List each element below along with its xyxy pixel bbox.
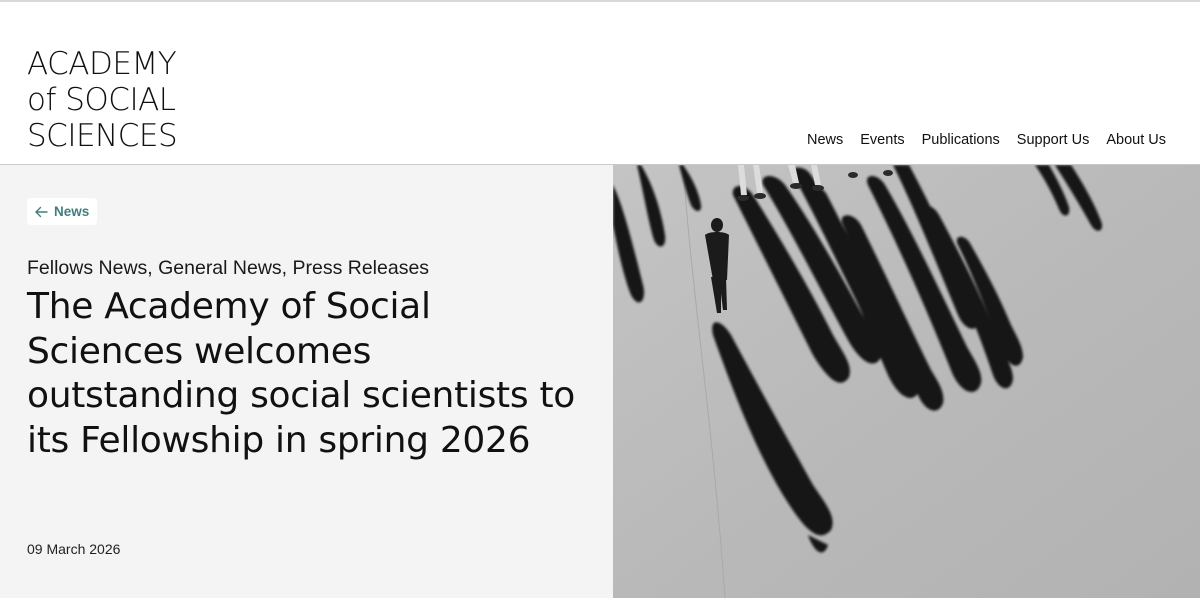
arrow-left-icon bbox=[35, 206, 48, 217]
article-date: 09 March 2026 bbox=[27, 541, 121, 557]
nav-item-events[interactable]: Events bbox=[860, 132, 904, 148]
main-nav: News Events Publications Support Us Abou… bbox=[807, 132, 1166, 148]
logo-line-2: of SOCIAL bbox=[27, 82, 176, 118]
article-header-panel: News Fellows News, General News, Press R… bbox=[0, 165, 613, 598]
article-categories[interactable]: Fellows News, General News, Press Releas… bbox=[27, 257, 429, 280]
logo-line-3: SCIENCES bbox=[27, 118, 178, 154]
hero-photo-shadows bbox=[613, 165, 1200, 598]
back-to-news-button[interactable]: News bbox=[27, 198, 98, 225]
article-title: The Academy of Social Sciences welcomes … bbox=[27, 286, 575, 461]
nav-item-news[interactable]: News bbox=[807, 132, 843, 148]
logo-line-1: ACADEMY bbox=[27, 46, 177, 82]
hero-image bbox=[613, 165, 1200, 598]
nav-item-support-us[interactable]: Support Us bbox=[1017, 132, 1090, 148]
nav-item-publications[interactable]: Publications bbox=[922, 132, 1000, 148]
nav-item-about-us[interactable]: About Us bbox=[1106, 132, 1166, 148]
site-logo[interactable]: ACADEMY of SOCIAL SCIENCES bbox=[27, 46, 178, 154]
back-button-label: News bbox=[54, 204, 90, 219]
site-header: ACADEMY of SOCIAL SCIENCES News Events P… bbox=[0, 2, 1200, 165]
